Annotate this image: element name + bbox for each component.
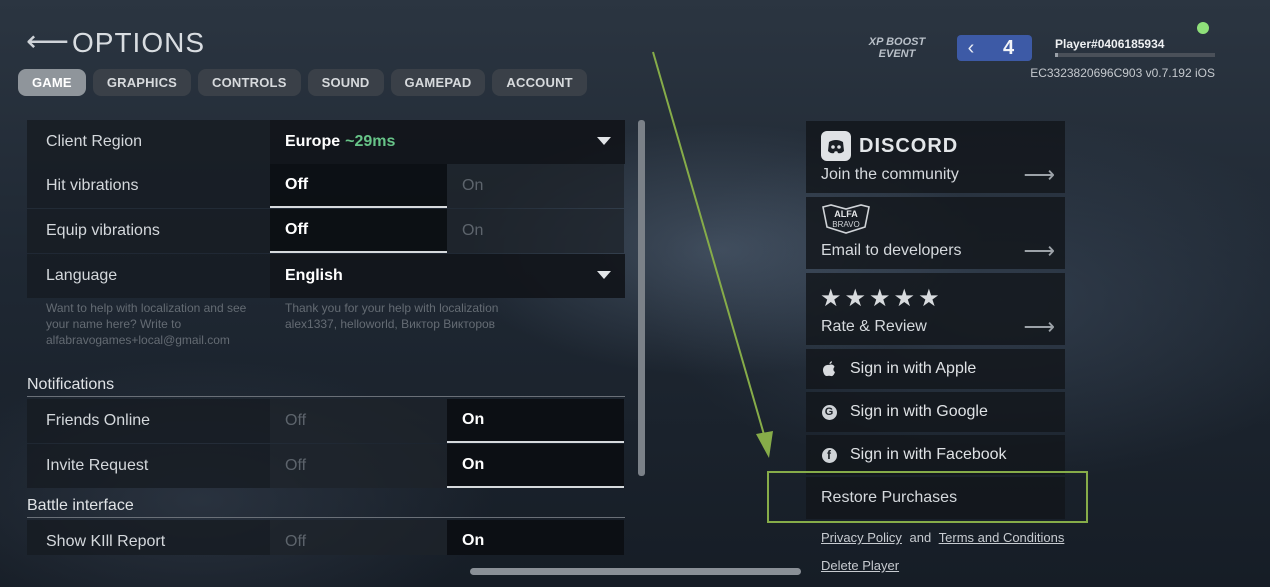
hit-vibrations-on[interactable]: On [447,164,624,208]
setting-language: Language English [27,254,625,298]
player-name: Player#0406185934 [1055,37,1165,51]
setting-label: Invite Request [27,444,270,488]
xp-progress-fill [1055,53,1059,57]
friends-online-off[interactable]: Off [270,399,447,443]
discord-card[interactable]: DISCORD Join the community ⟶ [806,121,1065,193]
equip-vibrations-toggle: Off On [270,209,625,253]
xp-progress-bar [1055,53,1215,57]
localization-thanks-text: Thank you for your help with localizatio… [285,301,499,331]
show-kill-report-off[interactable]: Off [270,520,447,555]
tab-account[interactable]: ACCOUNT [492,69,587,96]
language-value: English [285,267,343,284]
level-badge[interactable]: ‹ 4 [957,35,1032,61]
tab-graphics[interactable]: GRAPHICS [92,69,192,96]
divider [27,517,625,518]
section-notifications: Notifications [27,376,115,393]
equip-vibrations-on[interactable]: On [447,209,624,253]
setting-label: Language [27,254,270,298]
tab-game[interactable]: GAME [18,69,86,96]
language-dropdown[interactable]: English [270,254,625,298]
delete-player-link[interactable]: Delete Player [821,558,899,573]
rating-stars-icon: ★★★★★ [820,285,943,312]
svg-text:BRAVO: BRAVO [832,220,859,229]
annotation-arrow-head [756,431,773,458]
divider [27,396,625,397]
alfa-bravo-logo-icon: ALFA BRAVO [822,204,870,234]
setting-client-region: Client Region Europe ~29ms [27,120,625,164]
sign-in-google-label: Sign in with Google [850,403,988,420]
facebook-icon: f [821,447,837,463]
legal-links: Privacy Policy and Terms and Conditions [821,530,1064,545]
page-title: OPTIONS [72,27,206,58]
game-settings-panel: Client Region Europe ~29ms Hit vibration… [27,120,637,555]
arrow-right-icon: ⟶ [1023,238,1055,263]
email-developers-card[interactable]: ALFA BRAVO Email to developers ⟶ [806,197,1065,269]
sign-in-facebook-label: Sign in with Facebook [850,446,1007,463]
sign-in-apple-button[interactable]: Sign in with Apple [806,349,1065,389]
tab-sound[interactable]: SOUND [307,69,384,96]
tab-bar: GAME GRAPHICS CONTROLS SOUND GAMEPAD ACC… [18,69,587,96]
section-battle-interface: Battle interface [27,497,134,514]
player-level: 4 [1002,36,1015,59]
email-caption: Email to developers [821,242,962,259]
setting-friends-online: Friends Online Off On [27,399,625,443]
build-info: EC3323820696C903 v0.7.192 iOS [1030,66,1215,80]
show-kill-report-toggle: Off On [270,520,625,555]
setting-equip-vibrations: Equip vibrations Off On [27,209,625,253]
setting-label: Equip vibrations [27,209,270,253]
invite-request-on[interactable]: On [447,444,624,488]
sign-in-google-button[interactable]: G Sign in with Google [806,392,1065,432]
google-icon: G [821,404,837,420]
restore-purchases-highlight [767,471,1088,523]
discord-caption: Join the community [821,166,959,183]
region-value: Europe [285,133,341,150]
setting-show-kill-report: Show KIll Report Off On [27,520,625,555]
setting-label: Friends Online [27,399,270,443]
rate-caption: Rate & Review [821,318,927,335]
tab-controls[interactable]: CONTROLS [198,69,301,96]
and-text: and [909,530,932,545]
setting-label: Show KIll Report [27,520,270,555]
client-region-dropdown[interactable]: Europe ~29ms [270,120,625,164]
show-kill-report-on[interactable]: On [447,520,624,555]
discord-wordmark: DISCORD [859,135,959,157]
arrow-right-icon: ⟶ [1023,314,1055,339]
xp-boost-event-badge: XP BOOST EVENT [868,36,926,60]
annotation-arrow-line [652,51,766,439]
setting-invite-request: Invite Request Off On [27,444,625,488]
arrow-right-icon: ⟶ [1023,162,1055,187]
hit-vibrations-toggle: Off On [270,164,625,208]
svg-text:ALFA: ALFA [834,209,858,219]
setting-label: Hit vibrations [27,164,270,208]
invite-request-off[interactable]: Off [270,444,447,488]
dropdown-caret-icon [597,137,611,145]
setting-hit-vibrations: Hit vibrations Off On [27,164,625,208]
privacy-policy-link[interactable]: Privacy Policy [821,530,902,545]
terms-link[interactable]: Terms and Conditions [939,530,1065,545]
back-arrow-icon[interactable]: ⟵ [26,27,69,57]
home-indicator[interactable] [470,568,801,575]
tab-gamepad[interactable]: GAMEPAD [390,69,486,96]
sign-in-apple-label: Sign in with Apple [850,360,977,377]
localization-help-text: Want to help with localization and see y… [46,301,247,347]
discord-icon [821,131,851,161]
online-status-indicator [1197,22,1209,34]
setting-label: Client Region [27,120,270,164]
friends-online-toggle: Off On [270,399,625,443]
hit-vibrations-off[interactable]: Off [270,164,447,208]
sign-in-facebook-button[interactable]: f Sign in with Facebook [806,435,1065,475]
region-ping: ~29ms [345,133,396,150]
apple-icon [821,361,837,377]
chevron-left-icon: ‹ [967,36,975,59]
equip-vibrations-off[interactable]: Off [270,209,447,253]
rate-review-card[interactable]: ★★★★★ Rate & Review ⟶ [806,273,1065,345]
dropdown-caret-icon [597,271,611,279]
invite-request-toggle: Off On [270,444,625,488]
settings-scrollbar[interactable] [638,120,645,476]
friends-online-on[interactable]: On [447,399,624,443]
